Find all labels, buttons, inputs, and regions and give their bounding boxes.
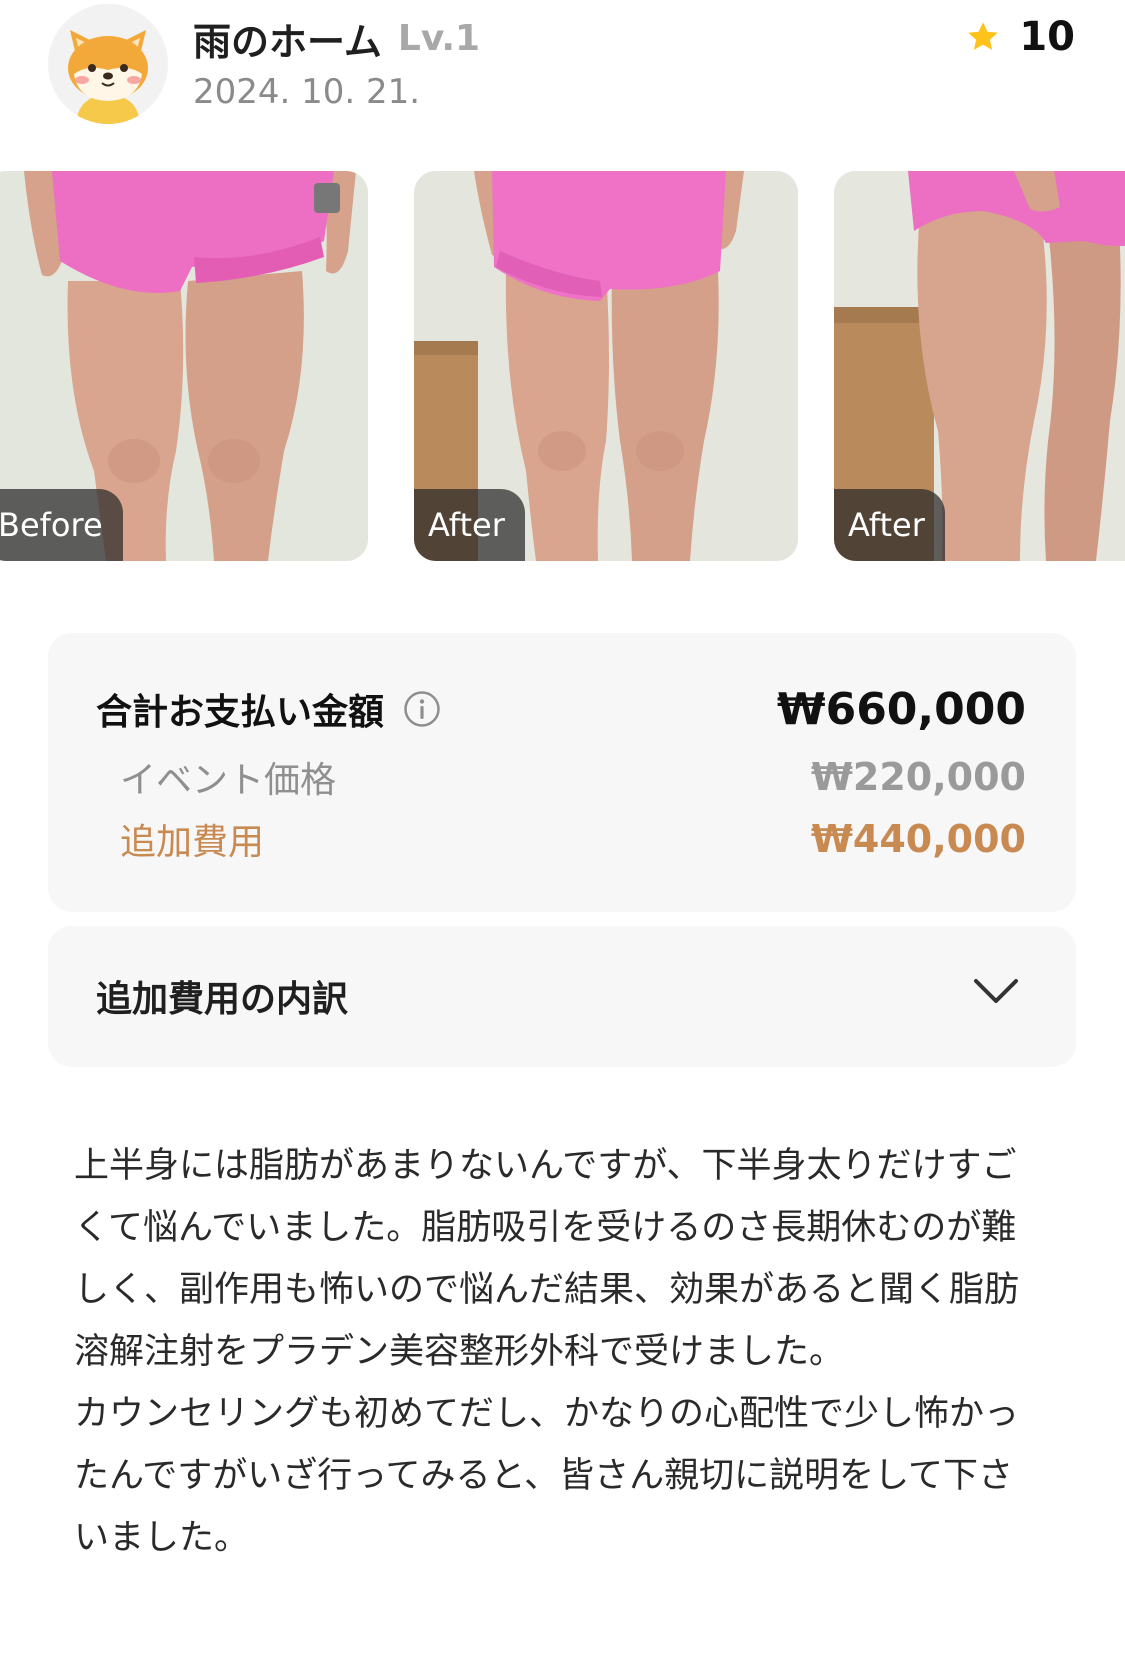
review-body-text: 上半身には脂肪があまりないんですが、下半身太りだけすごくて悩んでいました。脂肪吸…: [74, 1146, 1020, 1558]
avatar-illustration: [68, 30, 148, 124]
event-price-label: イベント価格: [120, 760, 337, 801]
total-payment-amount: ₩660,000: [777, 683, 1026, 735]
info-circle-icon[interactable]: [384, 689, 442, 729]
rating-value: 10: [1019, 14, 1075, 60]
event-price-row: イベント価格 ₩220,000: [96, 751, 1026, 803]
additional-cost-row: 追加費用 ₩440,000: [96, 813, 1026, 865]
photo-thumbnail-after-2[interactable]: After: [834, 171, 1125, 561]
photo-thumbnail-before[interactable]: Before: [0, 171, 368, 561]
total-payment-row: 合計お支払い金額 ₩660,000: [96, 681, 1026, 737]
photo-carousel[interactable]: Before After After: [0, 171, 1125, 561]
photo-thumbnail-after-1[interactable]: After: [414, 171, 798, 561]
shiba-dog-avatar-icon[interactable]: [48, 4, 168, 124]
photo-tag: Before: [0, 489, 123, 561]
total-payment-label: 合計お支払い金額: [96, 692, 385, 733]
additional-cost-breakdown-toggle[interactable]: 追加費用の内訳: [48, 926, 1076, 1067]
review-header: 雨のホーム Lv.1 2024. 10. 21. 10: [0, 0, 1125, 140]
payment-summary-card: 合計お支払い金額 ₩660,000 イベント価格 ₩220,000 追加費用 ₩…: [48, 633, 1076, 912]
event-price-amount: ₩220,000: [811, 755, 1026, 799]
post-date: 2024. 10. 21.: [193, 72, 421, 112]
username[interactable]: 雨のホーム: [193, 11, 382, 66]
breakdown-title: 追加費用の内訳: [96, 979, 349, 1020]
user-info: 雨のホーム Lv.1: [193, 10, 480, 66]
photo-tag: After: [414, 489, 525, 561]
photo-tag: After: [834, 489, 945, 561]
total-label-group: 合計お支払い金額: [96, 683, 442, 735]
additional-cost-label: 追加費用: [120, 822, 265, 863]
user-level-badge: Lv.1: [397, 17, 481, 59]
additional-cost-amount: ₩440,000: [811, 817, 1026, 861]
rating: 10: [965, 12, 1075, 62]
star-icon: [965, 19, 1001, 55]
